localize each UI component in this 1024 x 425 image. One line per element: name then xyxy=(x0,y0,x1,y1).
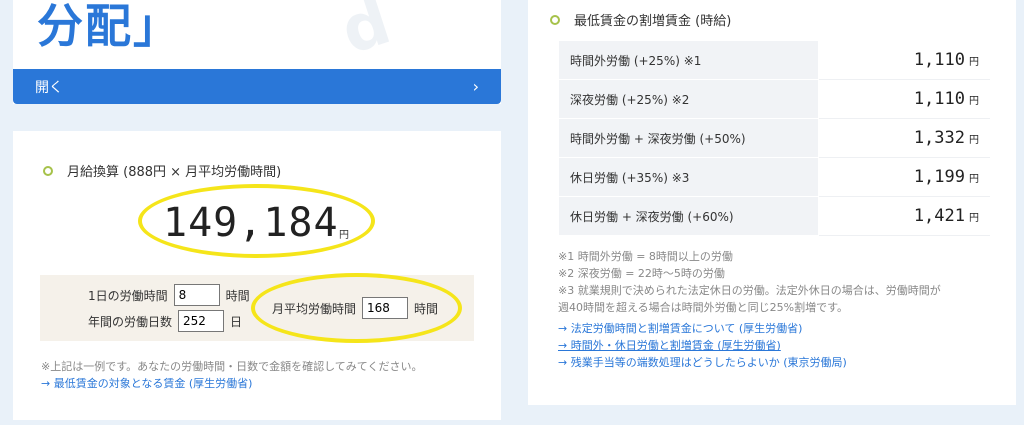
banner-decoration: d xyxy=(332,0,400,70)
table-row: 深夜労働 (+25%) ※2 1,110 円 xyxy=(558,79,990,119)
open-button[interactable]: 開く › xyxy=(13,69,501,104)
rate-unit: 円 xyxy=(969,96,979,107)
footnote-1: ※1 時間外労働 = 8時間以上の労働 xyxy=(558,250,733,263)
banner-title: 分配」 xyxy=(37,0,181,53)
monthly-heading: 月給換算 (888円 × 月平均労働時間) xyxy=(43,161,281,180)
table-row: 時間外労働 + 深夜労働 (+50%) 1,332 円 xyxy=(558,118,990,158)
daily-hours-unit: 時間 xyxy=(225,288,250,303)
rate-amount: 1,332 xyxy=(913,128,965,148)
open-button-label: 開く xyxy=(35,79,63,96)
rate-unit: 円 xyxy=(969,57,979,68)
rate-value: 1,332 円 xyxy=(818,118,990,158)
monthly-result: 149,184 xyxy=(163,200,339,246)
rate-label: 時間外労働 (+25%) ※1 xyxy=(558,40,819,80)
rate-label: 深夜労働 (+25%) ※2 xyxy=(558,79,819,119)
banner-card: d 分配」 開く › xyxy=(13,0,501,104)
footnote-3-cont: 週40時間を超える場合は時間外労働と同じ25%割増です。 xyxy=(558,301,849,314)
rate-value: 1,110 円 xyxy=(818,79,990,119)
monthly-result-unit: 円 xyxy=(339,230,349,241)
rounding-link[interactable]: → 残業手当等の端数処理はどうしたらよいか (東京労働局) xyxy=(558,354,847,370)
daily-hours-input[interactable] xyxy=(173,284,220,306)
rate-unit: 円 xyxy=(969,213,979,224)
table-row: 休日労働 (+35%) ※3 1,199 円 xyxy=(558,157,990,197)
rate-unit: 円 xyxy=(969,174,979,185)
rate-unit: 円 xyxy=(969,135,979,146)
table-row: 休日労働 + 深夜労働 (+60%) 1,421 円 xyxy=(558,196,990,236)
rate-amount: 1,421 xyxy=(913,206,965,226)
rates-card: 最低賃金の割増賃金 (時給) 時間外労働 (+25%) ※1 1,110 円 深夜… xyxy=(528,0,1016,405)
rate-value: 1,199 円 xyxy=(818,157,990,197)
statutory-hours-link[interactable]: → 法定労働時間と割増賃金について (厚生労働省) xyxy=(558,320,802,336)
annual-days-input[interactable] xyxy=(178,310,225,332)
rate-amount: 1,110 xyxy=(913,50,965,70)
annual-days-label: 年間の労働日数 xyxy=(88,314,173,329)
chevron-right-icon: › xyxy=(472,77,479,96)
rate-amount: 1,110 xyxy=(913,89,965,109)
daily-hours-label: 1日の労働時間 xyxy=(88,288,168,303)
min-wage-target-link[interactable]: → 最低賃金の対象となる賃金 (厚生労働省) xyxy=(41,375,252,391)
rate-label: 時間外労働 + 深夜労働 (+50%) xyxy=(558,118,819,158)
annual-days-row: 年間の労働日数 日 xyxy=(88,310,242,332)
overtime-holiday-link[interactable]: → 時間外・休日労働と割増賃金 (厚生労働省) xyxy=(558,337,781,353)
daily-hours-row: 1日の労働時間 時間 xyxy=(88,284,250,306)
rates-heading-text: 最低賃金の割増賃金 (時給) xyxy=(574,14,732,29)
table-row: 時間外労働 (+25%) ※1 1,110 円 xyxy=(558,40,990,80)
footnote-2: ※2 深夜労働 = 22時～5時の労働 xyxy=(558,267,725,280)
bullet-icon xyxy=(550,14,560,25)
bullet-icon xyxy=(43,165,53,176)
rates-table: 時間外労働 (+25%) ※1 1,110 円 深夜労働 (+25%) ※2 1,… xyxy=(558,40,990,236)
monthly-card: 月給換算 (888円 × 月平均労働時間) 149,184 円 1日の労働時間 … xyxy=(13,131,501,420)
highlight-ellipse xyxy=(251,273,462,343)
example-note: ※上記は一例です。あなたの労働時間・日数で金額を確認してみてください。 xyxy=(41,360,423,373)
monthly-heading-text: 月給換算 (888円 × 月平均労働時間) xyxy=(67,165,282,180)
rate-label: 休日労働 + 深夜労働 (+60%) xyxy=(558,196,819,236)
rate-value: 1,110 円 xyxy=(818,40,990,80)
rate-amount: 1,199 xyxy=(913,167,965,187)
annual-days-unit: 日 xyxy=(230,314,243,329)
footnote-3: ※3 就業規則で決められた法定休日の労働。法定外休日の場合は、労働時間が xyxy=(558,284,941,297)
rate-label: 休日労働 (+35%) ※3 xyxy=(558,157,819,197)
rate-value: 1,421 円 xyxy=(818,196,990,236)
rates-heading: 最低賃金の割増賃金 (時給) xyxy=(550,10,731,29)
